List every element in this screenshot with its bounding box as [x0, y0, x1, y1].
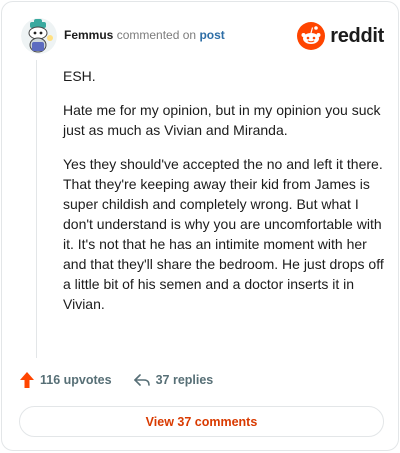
reply-count: 37 replies — [155, 373, 214, 387]
comment-actions: 116 upvotes 37 replies — [19, 368, 213, 392]
comment-meta: Femmus commented on post — [64, 28, 225, 42]
comment-body: ESH. Hate me for my opinion, but in my o… — [63, 66, 388, 328]
replies-button[interactable]: 37 replies — [133, 372, 214, 388]
reddit-logo[interactable]: reddit — [297, 22, 384, 50]
comment-paragraph: Hate me for my opinion, but in my opinio… — [63, 102, 381, 138]
comment-paragraph: Yes they should've accepted the no and l… — [63, 156, 384, 312]
post-link[interactable]: post — [199, 28, 224, 42]
view-comments-button[interactable]: View 37 comments — [19, 406, 384, 437]
reply-arrow-icon — [133, 374, 150, 386]
upvote-count: 116 upvotes — [40, 373, 112, 387]
snoo-avatar-icon — [21, 18, 57, 54]
commented-on-label: commented on — [116, 28, 197, 42]
upvote-arrow-icon — [20, 372, 34, 388]
comment-paragraph: ESH. — [63, 68, 96, 84]
reddit-snoo-icon — [297, 22, 326, 50]
comment-header: Femmus commented on post reddit — [18, 16, 384, 56]
comment-card: Femmus commented on post reddit ESH. Hat… — [1, 1, 399, 451]
thread-line — [36, 60, 37, 358]
reddit-wordmark: reddit — [330, 24, 384, 47]
upvote-button[interactable]: 116 upvotes — [19, 371, 112, 389]
view-comments-label: View 37 comments — [145, 414, 258, 429]
username-link[interactable]: Femmus — [64, 28, 113, 42]
user-avatar[interactable] — [21, 18, 57, 54]
